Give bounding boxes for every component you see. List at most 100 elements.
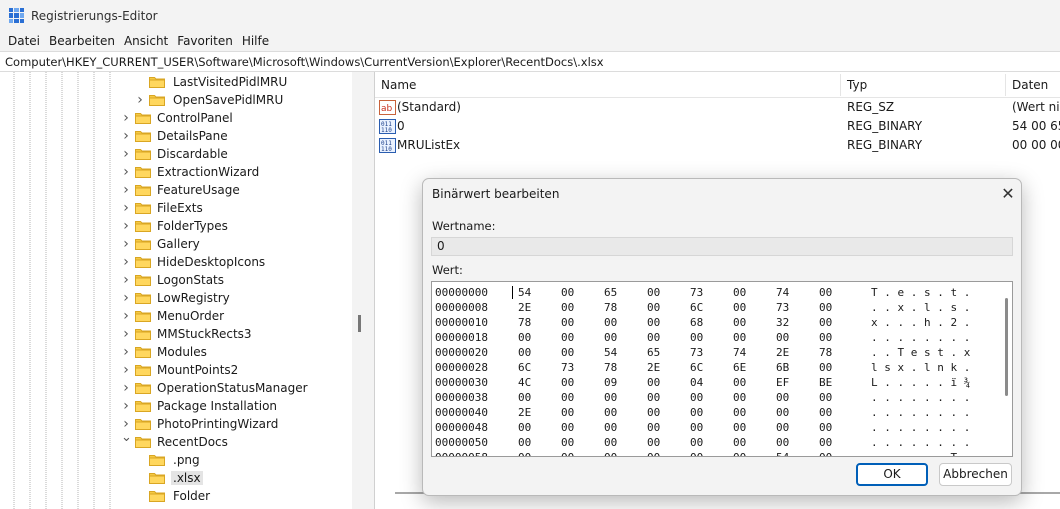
hex-ascii[interactable]: . . . . . . . .: [871, 435, 970, 450]
hex-byte[interactable]: 00: [776, 390, 794, 405]
hex-ascii[interactable]: . . . . . . . .: [871, 405, 970, 420]
hex-byte[interactable]: 32: [776, 315, 794, 330]
hex-byte[interactable]: 00: [776, 330, 794, 345]
hex-row[interactable]: 00000010 78 00 00 00 68 00 32 00 x . . . h . 2 .: [432, 315, 1002, 330]
hex-byte[interactable]: 65: [647, 345, 665, 360]
hex-row[interactable]: 00000050 00 00 00 00 00 00 00 00 . . . . . . . .: [432, 435, 1002, 450]
tree-item[interactable]: .xlsx: [0, 469, 352, 487]
hex-row[interactable]: 00000008 2E 00 78 00 6C 00 73 00 . . x . l . s .: [432, 300, 1002, 315]
hex-byte[interactable]: 74: [733, 345, 751, 360]
hex-byte[interactable]: 00: [518, 420, 536, 435]
hex-byte[interactable]: 73: [776, 300, 794, 315]
hex-ascii[interactable]: x . . . h . 2 .: [871, 315, 970, 330]
hex-byte[interactable]: 00: [604, 450, 622, 456]
hex-byte[interactable]: 78: [819, 345, 837, 360]
pane-splitter[interactable]: [352, 72, 370, 509]
hex-byte[interactable]: 00: [819, 450, 837, 456]
hex-byte[interactable]: 00: [819, 285, 837, 300]
value-row[interactable]: 011 110 0 REG_BINARY 54 00 65 0: [375, 117, 1060, 136]
hex-byte[interactable]: 00: [561, 450, 579, 456]
chevron-down-icon[interactable]: ⌄: [121, 431, 132, 444]
hex-byte[interactable]: 00: [604, 435, 622, 450]
hex-byte[interactable]: 00: [776, 420, 794, 435]
hex-row[interactable]: 00000040 2E 00 00 00 00 00 00 00 . . . . . . . .: [432, 405, 1002, 420]
hex-row[interactable]: 00000020 00 00 54 65 73 74 2E 78 . . T e s t . x: [432, 345, 1002, 360]
chevron-right-icon[interactable]: ›: [121, 273, 131, 287]
hex-ascii[interactable]: . . . . . . . .: [871, 420, 970, 435]
hex-byte[interactable]: 00: [819, 405, 837, 420]
hex-byte[interactable]: 6E: [733, 360, 751, 375]
column-header-data[interactable]: Daten: [1006, 72, 1048, 98]
hex-byte[interactable]: 00: [733, 420, 751, 435]
tree-item[interactable]: › Modules: [0, 343, 352, 361]
tree-item[interactable]: › Package Installation: [0, 397, 352, 415]
hex-byte[interactable]: 00: [518, 390, 536, 405]
hex-byte[interactable]: 73: [690, 345, 708, 360]
tree-item[interactable]: › DetailsPane: [0, 127, 352, 145]
scrollbar-thumb[interactable]: [1005, 298, 1008, 396]
hex-byte[interactable]: 00: [518, 450, 536, 456]
hex-byte[interactable]: 00: [647, 390, 665, 405]
hex-byte[interactable]: 00: [733, 435, 751, 450]
menu-datei[interactable]: Datei: [4, 34, 44, 48]
hex-byte[interactable]: 74: [776, 285, 794, 300]
hex-byte[interactable]: 78: [518, 315, 536, 330]
splitter-grip[interactable]: [358, 315, 361, 332]
hex-byte[interactable]: 00: [518, 345, 536, 360]
chevron-right-icon[interactable]: ›: [121, 165, 131, 179]
hex-byte[interactable]: 00: [819, 330, 837, 345]
hex-byte[interactable]: 00: [647, 330, 665, 345]
hex-byte[interactable]: 54: [518, 285, 536, 300]
hex-byte[interactable]: 09: [604, 375, 622, 390]
tree-item[interactable]: › Discardable: [0, 145, 352, 163]
tree-item[interactable]: › Gallery: [0, 235, 352, 253]
tree-item[interactable]: › FolderTypes: [0, 217, 352, 235]
chevron-right-icon[interactable]: ›: [121, 399, 131, 413]
chevron-right-icon[interactable]: ›: [121, 201, 131, 215]
hex-byte[interactable]: 00: [819, 315, 837, 330]
hex-byte[interactable]: 00: [647, 315, 665, 330]
menu-ansicht[interactable]: Ansicht: [120, 34, 172, 48]
tree-item[interactable]: › PhotoPrintingWizard: [0, 415, 352, 433]
hex-byte[interactable]: 00: [819, 300, 837, 315]
hex-row[interactable]: 00000058 00 00 00 00 00 00 54 00 . . . . . . T .: [432, 450, 1002, 456]
hex-byte[interactable]: 00: [647, 285, 665, 300]
value-row[interactable]: ab (Standard) REG_SZ (Wert nic: [375, 98, 1060, 117]
chevron-right-icon[interactable]: ›: [121, 327, 131, 341]
hex-byte[interactable]: 00: [604, 405, 622, 420]
hex-byte[interactable]: 00: [561, 375, 579, 390]
hex-byte[interactable]: EF: [776, 375, 794, 390]
hex-ascii[interactable]: l s x . l n k .: [871, 360, 970, 375]
hex-byte[interactable]: 00: [819, 360, 837, 375]
hex-byte[interactable]: 00: [733, 375, 751, 390]
chevron-right-icon[interactable]: ›: [121, 309, 131, 323]
hex-byte[interactable]: 00: [647, 450, 665, 456]
hex-byte[interactable]: 2E: [776, 345, 794, 360]
hex-row[interactable]: 00000028 6C 73 78 2E 6C 6E 6B 00 l s x . l n k .: [432, 360, 1002, 375]
hex-row[interactable]: 00000038 00 00 00 00 00 00 00 00 . . . . . . . .: [432, 390, 1002, 405]
hex-byte[interactable]: 00: [819, 435, 837, 450]
hex-byte[interactable]: 00: [561, 330, 579, 345]
hex-byte[interactable]: 2E: [518, 405, 536, 420]
chevron-right-icon[interactable]: ›: [121, 291, 131, 305]
ok-button[interactable]: OK: [856, 463, 928, 486]
hex-byte[interactable]: 00: [604, 420, 622, 435]
hex-byte[interactable]: 6C: [518, 360, 536, 375]
hex-row[interactable]: 00000048 00 00 00 00 00 00 00 00 . . . . . . . .: [432, 420, 1002, 435]
hex-byte[interactable]: 00: [604, 390, 622, 405]
hex-byte[interactable]: 00: [518, 330, 536, 345]
menu-hilfe[interactable]: Hilfe: [238, 34, 273, 48]
hex-byte[interactable]: 00: [561, 345, 579, 360]
hex-byte[interactable]: 2E: [647, 360, 665, 375]
tree-item[interactable]: LastVisitedPidlMRU: [0, 73, 352, 91]
hex-byte[interactable]: 54: [776, 450, 794, 456]
hex-byte[interactable]: 68: [690, 315, 708, 330]
hex-byte[interactable]: 00: [647, 300, 665, 315]
tree-item[interactable]: Folder: [0, 487, 352, 505]
hex-byte[interactable]: 00: [733, 315, 751, 330]
hex-byte[interactable]: 00: [690, 330, 708, 345]
hex-byte[interactable]: 6B: [776, 360, 794, 375]
cancel-button[interactable]: Abbrechen: [939, 463, 1012, 486]
hex-byte[interactable]: 4C: [518, 375, 536, 390]
tree-item[interactable]: › OpenSavePidlMRU: [0, 91, 352, 109]
